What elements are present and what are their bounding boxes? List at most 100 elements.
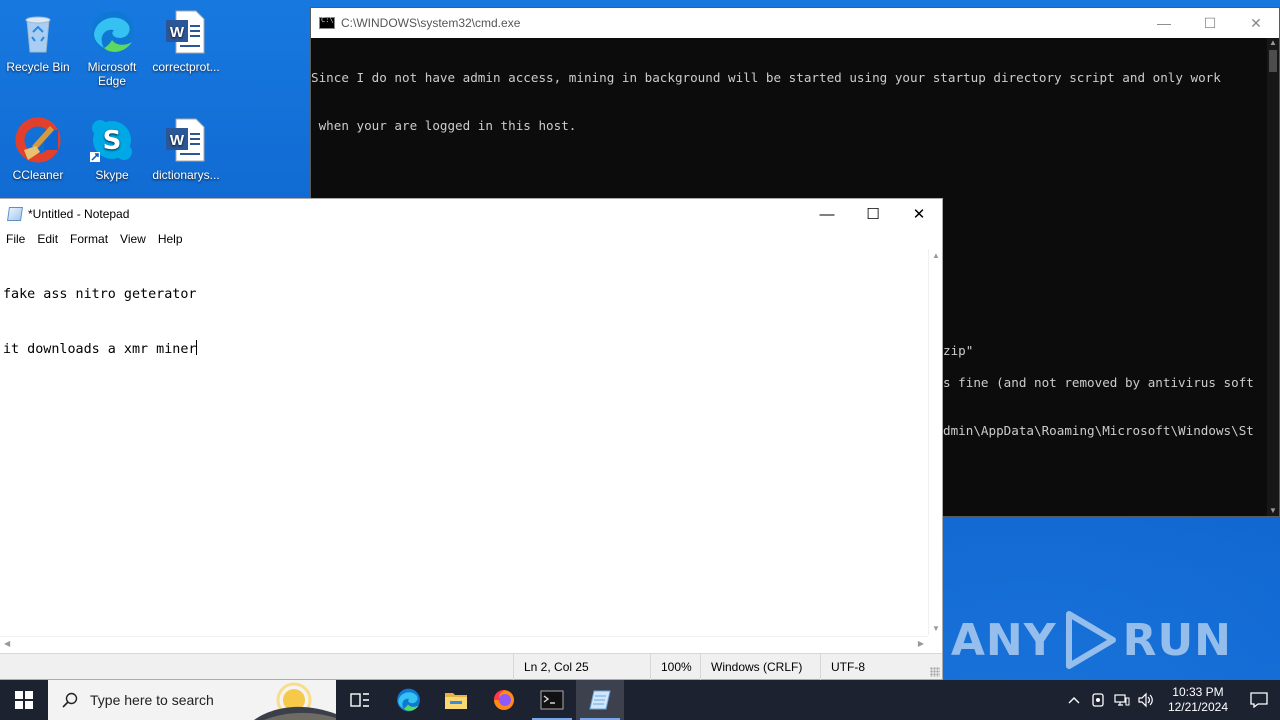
network-icon[interactable] [1110, 692, 1134, 708]
status-bar: Ln 2, Col 25 100% Windows (CRLF) UTF-8 [0, 653, 942, 680]
scroll-thumb[interactable] [1269, 50, 1277, 72]
maximize-button[interactable]: ☐ [1187, 8, 1233, 38]
desktop-icon-recycle-bin[interactable]: Recycle Bin [0, 8, 76, 74]
cmd-icon [319, 16, 335, 29]
scroll-down-icon[interactable]: ▼ [1267, 506, 1279, 516]
desktop-icon-microsoft-edge[interactable]: Microsoft Edge [74, 8, 150, 88]
firefox-icon [494, 690, 514, 710]
text-line: it downloads a xmr miner [3, 342, 197, 357]
clock-date: 12/21/2024 [1167, 700, 1228, 714]
console-line: s fine (and not removed by antivirus sof… [943, 375, 1254, 390]
desktop-icon-label: Recycle Bin [6, 60, 70, 74]
desktop: Recycle Bin Microsoft Edge W correctprot… [0, 0, 1280, 680]
menu-bar: File Edit Format View Help [0, 229, 942, 249]
horizontal-scrollbar[interactable]: ◀ ▶ [0, 636, 928, 653]
line-ending: Windows (CRLF) [700, 654, 802, 680]
play-logo-icon [1065, 611, 1116, 669]
task-view-button[interactable] [336, 680, 384, 720]
ccleaner-icon [14, 116, 62, 164]
notepad-icon [589, 690, 611, 710]
scroll-up-icon[interactable]: ▲ [1267, 38, 1279, 48]
taskbar-clock[interactable]: 10:33 PM 12/21/2024 [1158, 685, 1238, 715]
cmd-scrollbar[interactable]: ▲ ▼ [1267, 38, 1279, 516]
task-view-icon [350, 693, 369, 707]
desktop-icon-skype[interactable]: S Skype [74, 116, 150, 182]
desktop-icon-ccleaner[interactable]: CCleaner [0, 116, 76, 182]
desktop-icon-correctprot[interactable]: W correctprot... [148, 8, 224, 74]
desktop-icon-label: dictionarys... [152, 168, 220, 182]
console-line: dmin\AppData\Roaming\Microsoft\Windows\S… [943, 423, 1254, 438]
desktop-icon-label: Microsoft Edge [87, 60, 137, 88]
volume-icon[interactable] [1134, 692, 1158, 708]
text-caret [196, 340, 198, 355]
notepad-icon [7, 207, 23, 221]
console-line: when your are logged in this host. [311, 118, 577, 133]
svg-text:S: S [103, 126, 122, 156]
close-button[interactable]: ✕ [896, 199, 942, 229]
desktop-icon-label: CCleaner [12, 168, 64, 182]
encoding: UTF-8 [820, 654, 865, 680]
taskbar-notepad[interactable] [576, 680, 624, 720]
edge-icon [397, 688, 420, 712]
notification-button[interactable] [1238, 692, 1280, 708]
taskbar-cmd[interactable] [528, 680, 576, 720]
svg-text:W: W [170, 132, 185, 149]
cmd-icon [540, 690, 564, 710]
desktop-icon-label: correctprot... [152, 60, 220, 74]
word-document-icon: W [162, 116, 210, 164]
notepad-window[interactable]: *Untitled - Notepad — ☐ ✕ File Edit Form… [0, 198, 943, 680]
desktop-icon-label: Skype [95, 168, 129, 182]
zoom-level: 100% [650, 654, 692, 680]
svg-text:W: W [170, 24, 185, 41]
taskbar-firefox[interactable] [480, 680, 528, 720]
desktop-icon-dictionarys[interactable]: W dictionarys... [148, 116, 224, 182]
taskbar: Type here to search 10:33 PM 12/21/2024 [0, 680, 1280, 720]
notepad-title: *Untitled - Notepad [28, 207, 130, 221]
search-placeholder: Type here to search [90, 692, 214, 708]
minimize-button[interactable]: — [804, 199, 850, 229]
any-run-watermark: ANY RUN [951, 610, 1232, 670]
menu-edit[interactable]: Edit [31, 232, 64, 246]
edge-icon [88, 8, 136, 56]
taskbar-file-explorer[interactable] [432, 680, 480, 720]
taskbar-edge[interactable] [384, 680, 432, 720]
resize-grip[interactable] [930, 667, 940, 677]
menu-view[interactable]: View [114, 232, 152, 246]
recycle-bin-icon [14, 8, 62, 56]
console-line: zip" [943, 343, 974, 358]
minimize-button[interactable]: — [1141, 8, 1187, 38]
text-line-with-caret: it downloads a xmr miner [3, 340, 925, 359]
scroll-up-icon[interactable]: ▲ [929, 251, 943, 260]
watermark-text-any: ANY [950, 614, 1057, 666]
menu-help[interactable]: Help [152, 232, 189, 246]
vertical-scrollbar[interactable]: ▲ ▼ [928, 249, 942, 635]
maximize-button[interactable]: ☐ [850, 199, 896, 229]
skype-icon: S [88, 116, 136, 164]
menu-format[interactable]: Format [64, 232, 114, 246]
clock-time: 10:33 PM [1172, 685, 1224, 699]
cursor-position: Ln 2, Col 25 [513, 654, 589, 680]
device-icon[interactable] [1086, 692, 1110, 708]
word-document-icon: W [162, 8, 210, 56]
watermark-text-run: RUN [1122, 614, 1232, 666]
text-line: fake ass nitro geterator [3, 287, 197, 302]
notification-icon [1250, 692, 1268, 708]
windows-logo-icon [15, 691, 33, 709]
notepad-titlebar[interactable]: *Untitled - Notepad — ☐ ✕ [0, 199, 942, 229]
search-highlight-sun-icon [254, 682, 336, 720]
cmd-title: C:\WINDOWS\system32\cmd.exe [341, 16, 521, 30]
file-explorer-icon [445, 693, 467, 709]
taskbar-search-box[interactable]: Type here to search [48, 680, 336, 720]
close-button[interactable]: ✕ [1233, 8, 1279, 38]
console-line: Since I do not have admin access, mining… [311, 70, 1221, 85]
system-tray: 10:33 PM 12/21/2024 [1062, 680, 1280, 720]
chevron-up-icon[interactable] [1062, 696, 1086, 704]
menu-file[interactable]: File [0, 232, 31, 246]
cmd-titlebar[interactable]: C:\WINDOWS\system32\cmd.exe — ☐ ✕ [311, 8, 1279, 38]
text-editor[interactable]: fake ass nitro geterator it downloads a … [0, 249, 928, 635]
start-button[interactable] [0, 680, 48, 720]
scroll-down-icon[interactable]: ▼ [929, 624, 943, 633]
search-icon [62, 692, 78, 708]
scroll-left-icon[interactable]: ◀ [4, 639, 10, 648]
scroll-right-icon[interactable]: ▶ [918, 639, 924, 648]
